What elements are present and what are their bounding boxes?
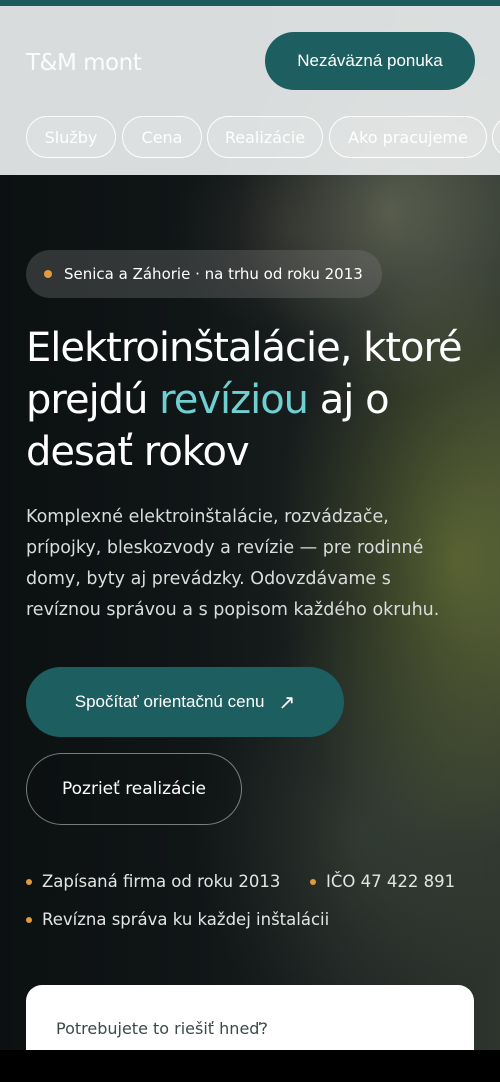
fact-text: IČO 47 422 891 [326,872,456,891]
nav-item-ako-pracujeme[interactable]: Ako pracujeme [329,116,487,158]
headline-accent: revíziou [159,377,309,423]
site-header: T&M mont Nezáväzná ponuka Služby Cena Re… [0,6,500,175]
bullet-dot-icon [26,916,32,923]
badge-text: Senica a Záhorie · na trhu od roku 2013 [64,265,363,283]
location-badge: Senica a Záhorie · na trhu od roku 2013 [26,250,382,298]
quote-request-button[interactable]: Nezáväzná ponuka [265,32,475,90]
fact-item: IČO 47 422 891 [310,872,455,891]
nav-item-cena[interactable]: Cena [122,116,202,158]
bullet-dot-icon [310,878,316,885]
fact-item: Zapísaná firma od roku 2013 [26,872,280,891]
view-projects-button[interactable]: Pozrieť realizácie [26,753,242,825]
card-text: Potrebujete to riešiť hneď? [56,1019,268,1038]
nav-item-sluzby[interactable]: Služby [26,116,116,158]
fact-text: Revízna správa ku každej inštalácii [42,910,330,929]
badge-dot-icon [44,270,52,278]
nav-item-more[interactable] [492,116,500,158]
calculate-price-label: Spočítať orientačnú cenu [74,692,265,711]
system-bottom-bar [0,1050,500,1082]
logo[interactable]: T&M mont [26,50,142,76]
hero-lead: Komplexné elektroinštalácie, rozvádzače,… [26,507,440,620]
calculate-price-button[interactable]: Spočítať orientačnú cenu ↗ [26,667,344,737]
bullet-dot-icon [26,878,32,885]
nav-item-realizacie[interactable]: Realizácie [207,116,323,158]
fact-text: Zapísaná firma od roku 2013 [42,872,281,891]
arrow-up-right-icon: ↗ [278,691,296,714]
hero-headline: Elektroinštalácie, ktoré prejdú revíziou… [26,322,486,478]
page: T&M mont Nezáväzná ponuka Služby Cena Re… [0,0,500,1082]
main-nav: Služby Cena Realizácie Ako pracujeme [26,116,500,162]
fact-item: Revízna správa ku každej inštalácii [26,910,329,929]
